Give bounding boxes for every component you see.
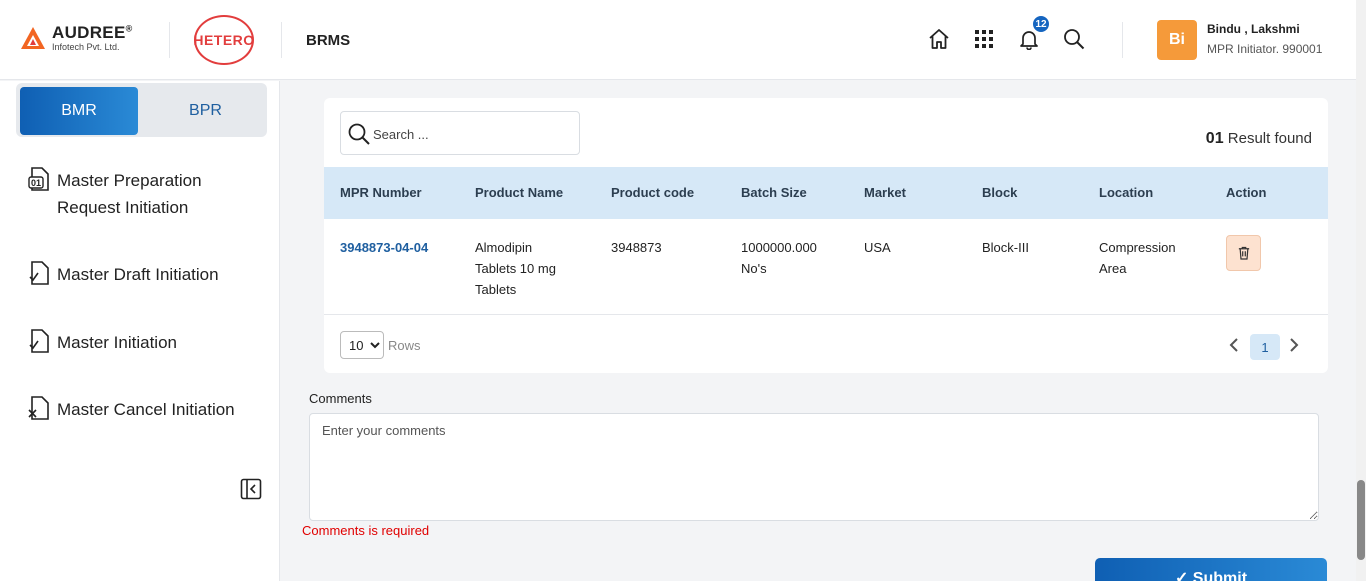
notification-badge: 12	[1031, 14, 1051, 34]
hetero-logo-text: HETERO	[193, 32, 255, 48]
document-check-icon	[29, 261, 49, 285]
rows-per-page-select[interactable]: 10	[340, 331, 384, 359]
result-count-number: 01	[1205, 130, 1224, 147]
result-count: 01 Result found	[1206, 130, 1312, 148]
column-header-mpr-number[interactable]: MPR Number	[340, 185, 422, 200]
batch-size-cell: 1000000.000 No's	[741, 237, 817, 279]
collapse-sidebar-icon[interactable]	[240, 478, 262, 500]
sidebar-item-label: Master Preparation Request Initiation	[57, 171, 202, 217]
table-header: MPR Number Product Name Product code Bat…	[324, 167, 1328, 219]
product-name-cell: Almodipin Tablets 10 mg Tablets	[475, 237, 556, 300]
brand-subtitle: Infotech Pvt. Ltd.	[52, 42, 120, 52]
column-header-product-name[interactable]: Product Name	[475, 185, 563, 200]
record-type-toggle: BMR BPR	[16, 83, 267, 137]
table-row: 3948873-04-04 Almodipin Tablets 10 mg Ta…	[324, 219, 1328, 315]
comments-error-message: Comments is required	[302, 523, 430, 538]
batch-size-value: 1000000.000	[741, 240, 817, 255]
column-header-market[interactable]: Market	[864, 185, 906, 200]
top-header: AUDREE® Infotech Pvt. Ltd. HETERO BRMS 1…	[0, 0, 1356, 80]
brand-name: AUDREE	[52, 23, 126, 42]
document-01-icon: 01	[28, 167, 49, 191]
column-header-action: Action	[1226, 185, 1267, 200]
search-icon	[348, 123, 370, 145]
app-title: BRMS	[306, 32, 351, 49]
user-role: MPR Initiator. 990001	[1207, 42, 1323, 56]
apps-grid-icon[interactable]	[971, 26, 997, 52]
location-cell: Compression Area	[1099, 237, 1176, 279]
document-cancel-icon	[28, 396, 49, 420]
tab-bmr[interactable]: BMR	[20, 87, 138, 135]
product-code-cell: 3948873	[611, 240, 662, 255]
column-header-product-code[interactable]: Product code	[611, 185, 694, 200]
search-input[interactable]	[373, 124, 573, 144]
search-icon[interactable]	[1061, 26, 1087, 52]
comments-label: Comments	[309, 391, 372, 406]
result-count-label: Result found	[1227, 130, 1312, 147]
audree-logo-icon	[21, 27, 45, 49]
svg-text:01: 01	[31, 178, 41, 188]
column-header-block[interactable]: Block	[982, 185, 1017, 200]
hetero-logo: HETERO	[193, 15, 255, 65]
submit-button[interactable]: ✓ Submit	[1095, 558, 1327, 581]
home-icon[interactable]	[926, 26, 952, 52]
sidebar-item-label: Master Cancel Initiation	[57, 400, 235, 419]
column-header-location[interactable]: Location	[1099, 185, 1153, 200]
delete-button[interactable]	[1226, 235, 1261, 271]
location-line: Compression	[1099, 240, 1176, 255]
trash-icon	[1238, 246, 1249, 260]
rows-per-page-label: Rows	[388, 338, 421, 353]
page-button-current[interactable]: 1	[1250, 334, 1280, 360]
column-header-batch-size[interactable]: Batch Size	[741, 185, 807, 200]
search-box[interactable]	[340, 111, 580, 155]
sidebar: BMR BPR 01 Master Preparation Request In…	[0, 81, 280, 581]
sidebar-item-label: Master Draft Initiation	[57, 265, 219, 284]
audree-logo: AUDREE® Infotech Pvt. Ltd.	[20, 24, 133, 52]
block-cell: Block-III	[982, 240, 1029, 255]
mpr-number-link[interactable]: 3948873-04-04	[340, 237, 428, 258]
sidebar-item-master-preparation-request[interactable]: 01 Master Preparation Request Initiation	[28, 167, 247, 221]
header-divider	[169, 22, 170, 58]
results-card: 01 Result found MPR Number Product Name …	[324, 98, 1328, 373]
header-divider	[281, 22, 282, 58]
product-name-line: Tablets	[475, 282, 517, 297]
sidebar-item-label: Master Initiation	[57, 333, 177, 352]
location-line: Area	[1099, 261, 1127, 276]
chevron-right-icon[interactable]	[1286, 336, 1302, 354]
product-name-line: Almodipin	[475, 240, 533, 255]
batch-size-unit: No's	[741, 261, 767, 276]
sidebar-item-master-draft-initiation[interactable]: Master Draft Initiation	[28, 261, 247, 288]
avatar[interactable]: Bi	[1157, 20, 1197, 60]
header-divider	[1122, 22, 1123, 58]
sidebar-item-master-initiation[interactable]: Master Initiation	[28, 329, 247, 356]
comments-textarea[interactable]	[309, 413, 1319, 521]
user-name: Bindu , Lakshmi	[1207, 22, 1300, 36]
document-check-icon	[29, 329, 49, 353]
tab-bpr[interactable]: BPR	[148, 87, 263, 135]
sidebar-item-master-cancel-initiation[interactable]: Master Cancel Initiation	[28, 396, 247, 423]
chevron-left-icon[interactable]	[1226, 336, 1242, 354]
brand-registered-mark: ®	[125, 23, 133, 34]
product-name-line: Tablets 10 mg	[475, 261, 556, 276]
market-cell: USA	[864, 240, 891, 255]
scrollbar-thumb[interactable]	[1357, 480, 1365, 560]
